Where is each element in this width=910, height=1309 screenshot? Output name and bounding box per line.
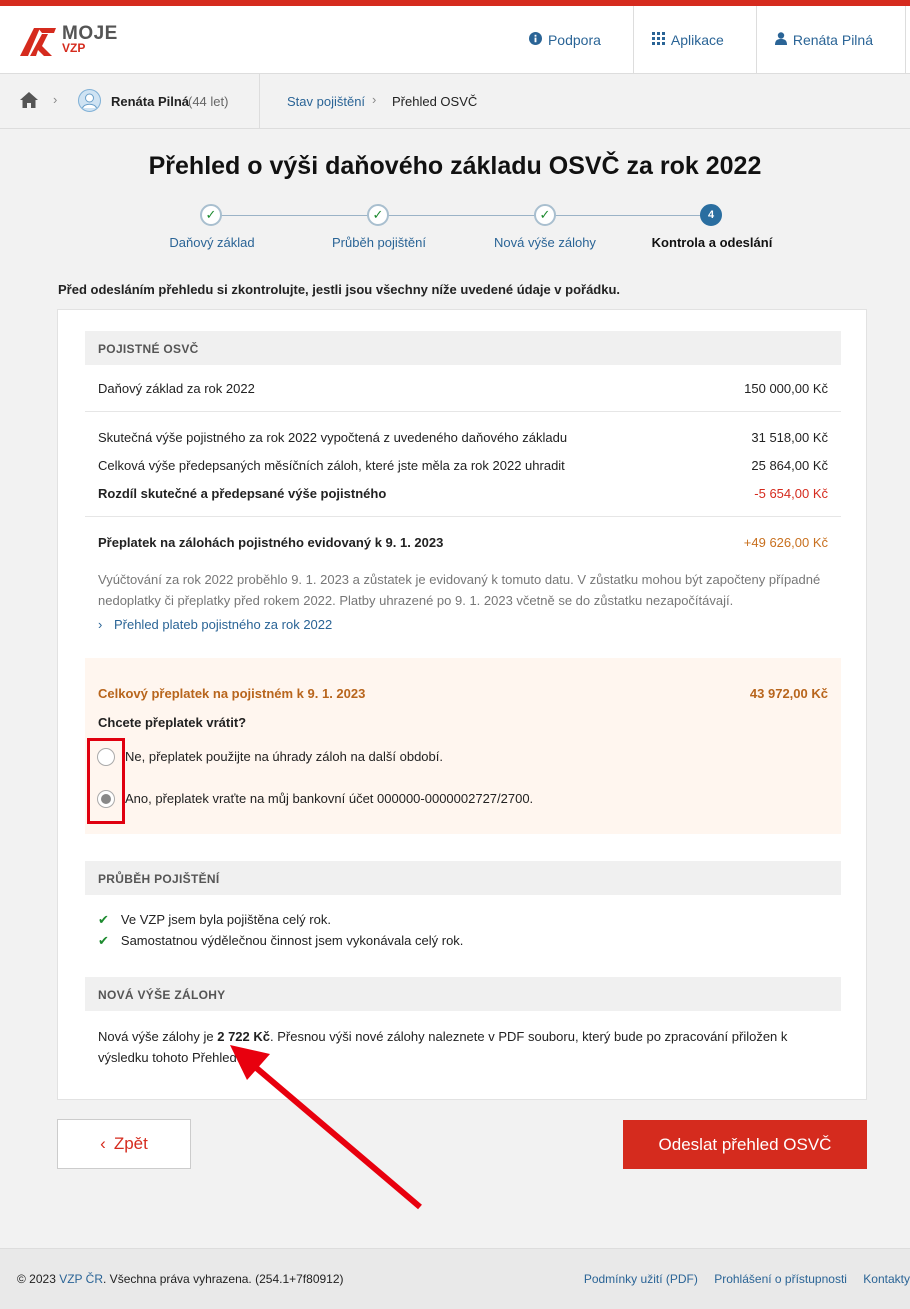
check-item: ✔ Ve VZP jsem byla pojištěna celý rok. [98,912,331,928]
breadcrumb: › Renáta Pilná (44 let) Stav pojištění ›… [0,74,910,129]
zaloha-text-before: Nová výše zálohy je [98,1029,218,1044]
copyright-prefix: © 2023 [17,1272,60,1286]
row-label: Rozdíl skutečné a předepsané výše pojist… [98,486,387,501]
breadcrumb-stav-pojisteni[interactable]: Stav pojištění [287,94,365,109]
row-value: 150 000,00 Kč [744,381,828,396]
chevron-right-icon: › [53,92,58,107]
info-icon [528,32,542,48]
prohlaseni-pristupnosti-link[interactable]: Prohlášení o přístupnosti [714,1272,847,1286]
back-button-label: Zpět [113,1134,148,1153]
row-label: Daňový základ za rok 2022 [98,381,255,396]
footer-links: Podmínky užití (PDF) Prohlášení o přístu… [571,1272,910,1286]
row-value: -5 654,00 Kč [754,486,828,501]
copyright-suffix: . Všechna práva vyhrazena. (254.1+7f8091… [103,1272,344,1286]
step-danovy-zaklad[interactable]: Daňový základ [122,235,302,250]
row-value: 25 864,00 Kč [751,458,828,473]
prehled-plateb-link[interactable]: Přehled plateb pojistného za rok 2022 [114,617,332,632]
grid-icon [651,32,665,48]
row-label: Celková výše předepsaných měsíčních zálo… [98,458,565,473]
step-4-number: 4 [700,204,722,226]
check-item-text: Ve VZP jsem byla pojištěna celý rok. [120,912,331,927]
page-title: Přehled o výši daňového základu OSVČ za … [148,152,762,180]
step-kontrola-a-odeslani: Kontrola a odeslání [651,235,773,250]
step-1-check-icon: ✓ [200,204,222,226]
breadcrumb-user-age: (44 let) [188,94,229,109]
nav-podpora-label: Podpora [547,32,601,48]
section-heading-prubeh: PRŮBĚH POJIŠTĚNÍ [85,861,841,895]
chevron-right-icon: › [98,617,103,632]
step-nova-vyse-zalohy[interactable]: Nová výše zálohy [455,235,635,250]
breadcrumb-user-name: Renáta Pilná [111,94,190,109]
step-3-check-icon: ✓ [534,204,556,226]
row-danovy-zaklad: Daňový základ za rok 2022 150 000,00 Kč [98,381,828,396]
row-label: Přeplatek na zálohách pojistného evidova… [98,535,444,550]
logo-moje: MOJE [62,23,118,44]
home-icon[interactable] [20,92,38,111]
steps-line [211,215,711,216]
nav-aplikace[interactable]: Aplikace [632,6,756,74]
podminky-uziti-link[interactable]: Podmínky užití (PDF) [584,1272,698,1286]
row-preplatek-zalohy: Přeplatek na zálohách pojistného evidova… [98,535,828,550]
user-icon [774,32,787,48]
divider [85,411,841,412]
back-button[interactable]: ‹ Zpět [57,1119,191,1169]
nav-user[interactable]: Renáta Pilná [755,6,906,74]
vyuctovani-note: Vyúčtování za rok 2022 proběhlo 9. 1. 20… [98,572,821,608]
header: MOJE VZP Podpora Aplikace Renáta Pilná [0,6,910,74]
nova-zaloha-text: Nová výše zálohy je 2 722 Kč. Přesnou vý… [98,1026,838,1068]
link-row: › Přehled plateb pojistného za rok 2022 [98,617,332,632]
chevron-left-icon: ‹ [100,1134,106,1153]
step-2-check-icon: ✓ [367,204,389,226]
nav-user-label: Renáta Pilná [792,32,873,48]
section-heading-zaloha: NOVÁ VÝŠE ZÁLOHY [85,977,841,1011]
divider [85,516,841,517]
row-skutecna-vyse: Skutečná výše pojistného za rok 2022 vyp… [98,430,828,445]
nav-aplikace-label: Aplikace [670,32,724,48]
row-rozdil: Rozdíl skutečné a předepsané výše pojist… [98,486,828,501]
moje-vzp-logo[interactable]: MOJE VZP [18,24,118,58]
row-label: Skutečná výše pojistného za rok 2022 vyp… [98,430,568,445]
radio-option-yes-label[interactable]: Ano, přeplatek vraťte na můj bankovní úč… [125,791,533,806]
footer-copyright: © 2023 VZP ČR. Všechna práva vyhrazena. … [17,1272,344,1286]
chevron-right-icon: › [372,92,377,107]
refund-question: Chcete přeplatek vrátit? [98,715,247,730]
send-button[interactable]: Odeslat přehled OSVČ [623,1120,867,1169]
refund-panel: Celkový přeplatek na pojistném k 9. 1. 2… [85,658,841,834]
header-nav: Podpora Aplikace Renáta Pilná [511,6,906,74]
row-value: +49 626,00 Kč [743,535,828,550]
kontakty-link[interactable]: Kontakty [863,1272,910,1286]
section-heading-pojistne: POJISTNÉ OSVČ [85,331,841,365]
red-arrow-annotation [230,1045,422,1210]
radio-option-no-label[interactable]: Ne, přeplatek použijte na úhrady záloh n… [125,749,443,764]
check-item-text: Samostatnou výdělečnou činnost jsem vyko… [120,933,464,948]
check-item: ✔ Samostatnou výdělečnou činnost jsem vyk… [98,933,463,949]
avatar [78,89,101,115]
footer: © 2023 VZP ČR. Všechna práva vyhrazena. … [0,1248,910,1309]
step-prubeh-pojisteni[interactable]: Průběh pojištění [289,235,469,250]
breadcrumb-current: Přehled OSVČ [392,94,478,109]
check-icon: ✔ [98,912,109,927]
breadcrumb-divider [259,74,260,129]
refund-title: Celkový přeplatek na pojistném k 9. 1. 2… [98,686,366,701]
refund-value: 43 972,00 Kč [749,686,828,701]
row-value: 31 518,00 Kč [751,430,828,445]
vzp-cr-link[interactable]: VZP ČR [59,1272,103,1286]
check-icon: ✔ [98,933,109,948]
vzp-logo-icon [20,28,56,56]
row-predepsane-zalohy: Celková výše předepsaných měsíčních zálo… [98,458,828,473]
intro-text: Před odesláním přehledu si zkontrolujte,… [58,282,621,297]
logo-text: MOJE VZP [62,23,118,55]
summary-card: POJISTNÉ OSVČ Daňový základ za rok 2022 … [57,309,867,1100]
nav-podpora[interactable]: Podpora [511,6,633,74]
highlight-box [87,738,125,824]
